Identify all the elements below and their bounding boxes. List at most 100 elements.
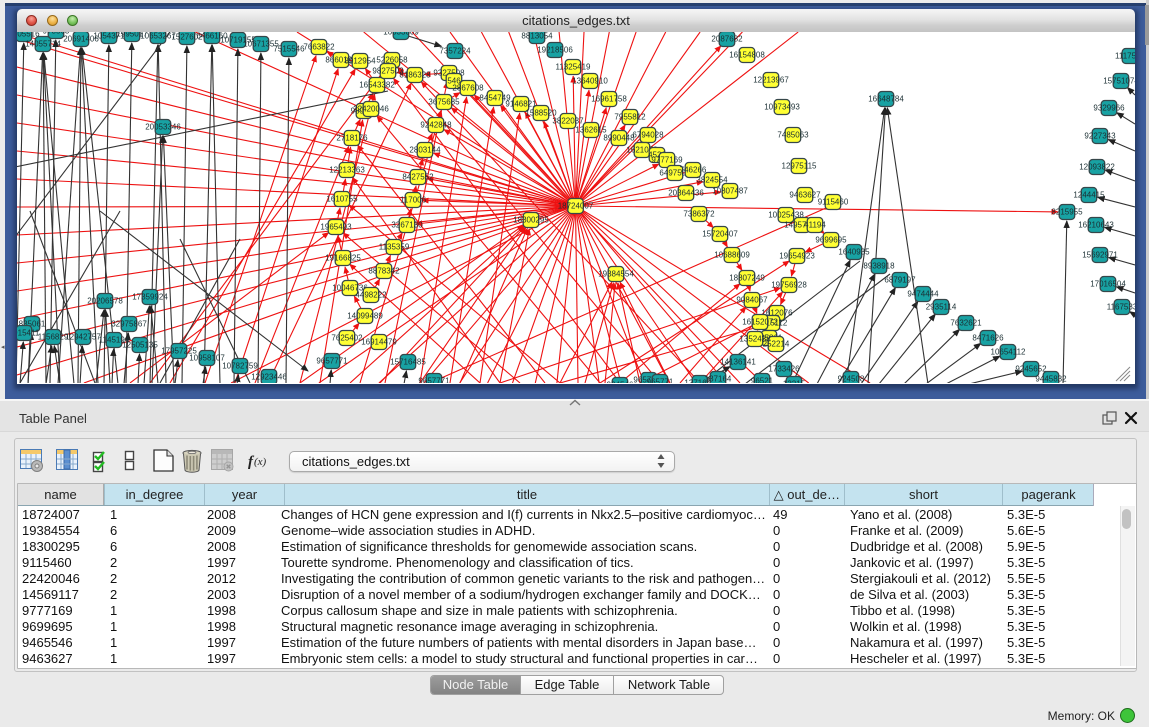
svg-text:16914479: 16914479 (361, 338, 397, 347)
svg-text:746266: 746266 (680, 166, 707, 175)
svg-text:10688609: 10688609 (714, 251, 750, 260)
svg-text:13215: 13215 (783, 380, 806, 383)
svg-text:9329966: 9329966 (1093, 104, 1125, 113)
svg-text:16152072: 16152072 (742, 318, 778, 327)
svg-text:14136141: 14136141 (720, 358, 756, 367)
svg-text:19218506: 19218506 (537, 46, 573, 55)
svg-text:7632621: 7632621 (950, 319, 982, 328)
svg-text:1362615: 1362615 (575, 126, 607, 135)
svg-text:4498222: 4498222 (355, 291, 387, 300)
svg-text:1156829: 1156829 (38, 333, 69, 342)
svg-text:16033809: 16033809 (383, 32, 419, 37)
svg-text:18807249: 18807249 (729, 274, 765, 283)
svg-text:14099489: 14099489 (347, 312, 383, 321)
svg-text:9242848: 9242848 (420, 121, 452, 130)
svg-text:1135359: 1135359 (379, 243, 410, 252)
svg-text:8186328: 8186328 (399, 71, 431, 80)
svg-text:3267130: 3267130 (391, 221, 423, 230)
svg-text:924508: 924508 (838, 375, 865, 383)
svg-text:18724007: 18724007 (558, 202, 594, 211)
svg-text:1640935: 1640935 (838, 248, 870, 257)
svg-text:8912954: 8912954 (344, 57, 376, 66)
svg-text:7386372: 7386372 (683, 210, 715, 219)
svg-text:10807487: 10807487 (712, 187, 748, 196)
svg-text:12213967: 12213967 (753, 76, 789, 85)
svg-text:10958107: 10958107 (189, 354, 225, 363)
svg-text:9657771: 9657771 (418, 377, 450, 383)
svg-text:3675685: 3675685 (428, 98, 460, 107)
svg-text:7515546: 7515546 (273, 45, 305, 54)
svg-text:19654923: 19654923 (779, 252, 815, 261)
svg-text:12942757: 12942757 (65, 333, 101, 342)
svg-text:2867608: 2867608 (452, 84, 484, 93)
svg-text:1610755: 1610755 (326, 195, 358, 204)
svg-text:9463627: 9463627 (789, 191, 821, 200)
svg-text:6794028: 6794028 (632, 131, 664, 140)
svg-text:18300295: 18300295 (513, 216, 549, 225)
svg-text:14055714: 14055714 (25, 40, 61, 49)
svg-text:9245652: 9245652 (1015, 365, 1047, 374)
svg-text:1352438: 1352438 (739, 335, 771, 344)
svg-text:20206578: 20206578 (87, 297, 123, 306)
svg-text:9699695: 9699695 (815, 236, 847, 245)
svg-text:7955812: 7955812 (614, 113, 646, 122)
svg-text:15751074: 15751074 (1103, 77, 1135, 86)
svg-text:3915411: 3915411 (17, 329, 40, 338)
svg-text:9084067: 9084067 (736, 296, 768, 305)
svg-text:96521: 96521 (751, 377, 774, 383)
svg-text:12975115: 12975115 (782, 162, 818, 171)
svg-text:137164: 137164 (705, 375, 732, 383)
svg-text:19756928: 19756928 (771, 281, 807, 290)
svg-text:19384554: 19384554 (598, 270, 634, 279)
svg-text:16210643: 16210643 (1078, 221, 1114, 230)
svg-text:3824554: 3824554 (696, 176, 728, 185)
svg-text:1117524: 1117524 (1115, 52, 1135, 61)
svg-text:2718176: 2718176 (336, 134, 368, 143)
svg-text:9445832: 9445832 (1035, 375, 1067, 383)
svg-text:22420046: 22420046 (353, 105, 389, 114)
svg-text:10654112: 10654112 (991, 348, 1027, 357)
svg-text:10782759: 10782759 (222, 362, 258, 371)
svg-text:8215955: 8215955 (1051, 208, 1083, 217)
svg-text:8878342: 8878342 (368, 267, 400, 276)
svg-text:10973493: 10973493 (764, 103, 800, 112)
svg-text:3822037: 3822037 (552, 117, 584, 126)
svg-text:9115460: 9115460 (818, 198, 849, 207)
svg-text:13640910: 13640910 (572, 77, 608, 86)
svg-text:11325419: 11325419 (556, 63, 592, 72)
svg-text:20364436: 20364436 (668, 189, 704, 198)
svg-text:8990448: 8990448 (603, 134, 635, 143)
svg-text:2803144: 2803144 (409, 146, 441, 155)
svg-text:9777169: 9777169 (651, 156, 683, 165)
svg-text:12213363: 12213363 (329, 166, 365, 175)
svg-text:9657771: 9657771 (316, 357, 348, 366)
svg-text:16543382: 16543382 (359, 81, 395, 90)
svg-text:41194: 41194 (804, 221, 826, 230)
svg-text:7357224: 7357224 (439, 47, 471, 56)
svg-text:117006: 117006 (400, 196, 427, 205)
svg-text:9227343: 9227343 (1084, 132, 1116, 141)
svg-text:1167533: 1167533 (1107, 303, 1135, 312)
svg-text:15720407: 15720407 (702, 230, 738, 239)
svg-text:9146821: 9146821 (505, 100, 537, 109)
svg-text:12093822: 12093822 (1079, 163, 1115, 172)
svg-text:7485063: 7485063 (777, 131, 809, 140)
svg-text:7625402: 7625402 (331, 334, 363, 343)
svg-text:6879197: 6879197 (884, 276, 916, 285)
svg-text:1733426: 1733426 (768, 365, 800, 374)
svg-text:12923446: 12923446 (251, 373, 287, 382)
svg-text:15692971: 15692971 (1082, 251, 1118, 260)
svg-text:965771: 965771 (647, 378, 674, 383)
svg-text:19166825: 19166825 (325, 254, 361, 263)
svg-text:8471626: 8471626 (972, 334, 1004, 343)
svg-text:2087682: 2087682 (711, 35, 743, 44)
svg-text:32975867: 32975867 (111, 320, 147, 329)
svg-text:2935114: 2935114 (926, 303, 957, 312)
svg-text:12505135: 12505135 (122, 341, 158, 350)
svg-text:8813054: 8813054 (521, 32, 553, 41)
svg-text:(x): (x) (254, 456, 267, 468)
svg-text:1965493: 1965493 (320, 223, 352, 232)
svg-text:16154808: 16154808 (729, 51, 765, 60)
svg-text:16648784: 16648784 (868, 95, 904, 104)
svg-text:8427552: 8427552 (402, 173, 434, 182)
